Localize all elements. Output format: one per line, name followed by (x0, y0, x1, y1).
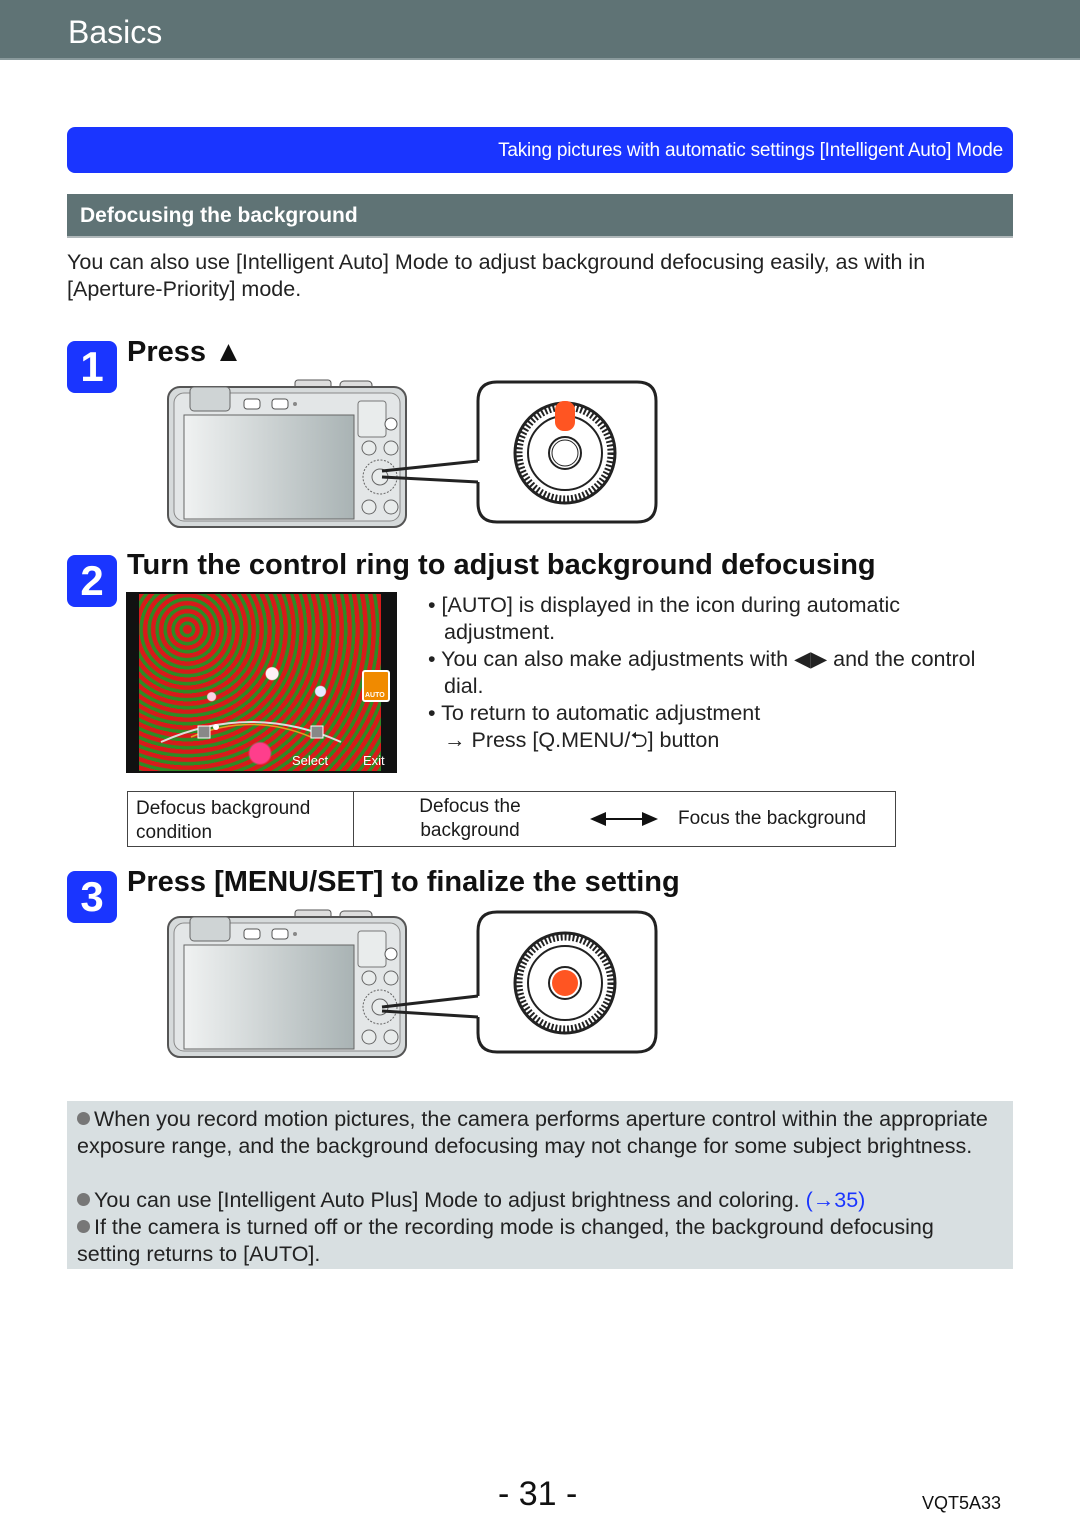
bullet-item: • To return to automatic adjustment (428, 701, 761, 725)
step-2-title: Turn the control ring to adjust backgrou… (127, 549, 876, 581)
page-number: - 31 - (498, 1475, 578, 1513)
notes-box: When you record motion pictures, the cam… (67, 1101, 1013, 1269)
bullet-dot-icon (77, 1220, 90, 1233)
table-left-value: Defocus the background (419, 796, 521, 841)
control-dial-zoom (513, 931, 617, 1035)
camera-body (167, 909, 407, 1058)
bullet-dot-icon (77, 1112, 90, 1125)
exit-label: Exit (363, 753, 385, 768)
camera-body (167, 379, 407, 528)
camera-screen-preview: AUTO Select Exit (126, 592, 397, 773)
bullet-subline: → Press [Q.MENU/⮌] button (444, 728, 720, 752)
breadcrumb-text[interactable]: Taking pictures with automatic settings … (498, 140, 1003, 162)
defocus-table: Defocus background condition Defocus the… (127, 791, 896, 847)
bullet-item: • [AUTO] is displayed in the icon during… (428, 593, 901, 644)
note-item: If the camera is turned off or the recor… (77, 1215, 934, 1266)
section-title: Defocusing the background (80, 204, 358, 227)
double-arrow-icon (590, 812, 658, 826)
table-right-value: Focus the background (678, 808, 867, 829)
bullet-item: • You can also make adjustments with ◀▶ … (428, 647, 976, 698)
auto-defocus-icon: AUTO (362, 670, 390, 702)
menu-set-button-highlight (552, 970, 578, 996)
table-label: Defocus background condition (128, 792, 354, 846)
select-label: Select (292, 753, 329, 768)
step-3-badge: 3 (67, 871, 117, 923)
camera-illustration-step1 (167, 379, 658, 528)
header-title: Basics (68, 14, 163, 50)
step-3-title: Press [MENU/SET] to finalize the setting (127, 866, 680, 898)
step-2-badge: 2 (67, 555, 117, 607)
document-code: VQT5A33 (922, 1493, 1002, 1513)
defocus-slider[interactable] (156, 712, 346, 752)
section-header: Defocusing the background (67, 194, 1013, 238)
step-2-bullets: • [AUTO] is displayed in the icon during… (428, 592, 988, 754)
step-1-badge: 1 (67, 341, 117, 393)
camera-illustration-step3 (167, 909, 658, 1058)
header-bar: Basics (0, 0, 1080, 60)
step-1-title: Press ▲ (127, 336, 243, 368)
note-item: You can use [Intelligent Auto Plus] Mode… (77, 1187, 997, 1214)
breadcrumb[interactable]: Taking pictures with automatic settings … (67, 127, 1013, 173)
intro-text: You can also use [Intelligent Auto] Mode… (67, 250, 926, 301)
note-item: When you record motion pictures, the cam… (77, 1107, 988, 1158)
page-link[interactable]: (→35) (806, 1188, 866, 1212)
bullet-dot-icon (77, 1193, 90, 1206)
up-button-highlight (555, 401, 575, 431)
control-dial-zoom (513, 401, 617, 505)
